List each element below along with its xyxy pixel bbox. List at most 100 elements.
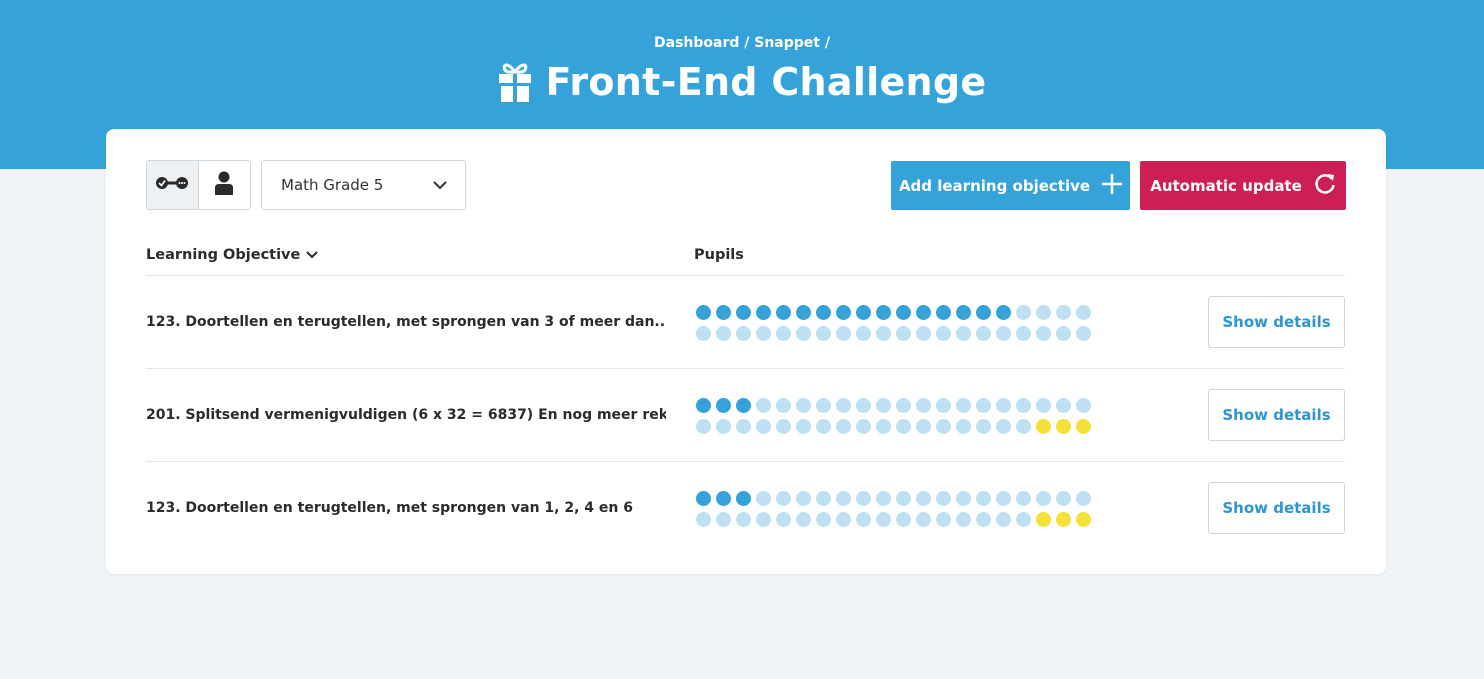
pupil-dot-not-mastered [876, 491, 891, 506]
pupil-dot-not-mastered [956, 512, 971, 527]
pupil-view-button[interactable] [199, 161, 251, 209]
pupil-dot-not-mastered [796, 491, 811, 506]
pupil-dot-not-mastered [856, 512, 871, 527]
pupil-dot-not-mastered [1036, 398, 1051, 413]
objectives-view-button[interactable] [147, 161, 199, 209]
pupil-dot-not-mastered [856, 491, 871, 506]
pupil-dot-mastered [836, 305, 851, 320]
show-details-button[interactable]: Show details [1208, 482, 1345, 534]
pupil-dots [694, 395, 1094, 437]
pupil-dot-mastered [936, 305, 951, 320]
pupil-dots [694, 302, 1094, 344]
automatic-update-button[interactable]: Automatic update [1140, 161, 1346, 210]
pupil-dot-mastered [956, 305, 971, 320]
pupil-dot-not-mastered [1036, 326, 1051, 341]
pupil-dot-not-mastered [796, 398, 811, 413]
pupil-dot-not-mastered [776, 419, 791, 434]
pupil-dot-not-mastered [856, 419, 871, 434]
pupil-dot-not-mastered [976, 398, 991, 413]
gift-icon [498, 60, 532, 104]
pupil-dot-not-mastered [716, 419, 731, 434]
pupil-dot-not-mastered [976, 512, 991, 527]
pupil-dot-not-mastered [1036, 491, 1051, 506]
pupil-dot-not-mastered [1016, 305, 1031, 320]
pupil-dot-mastered [816, 305, 831, 320]
pupil-dot-not-mastered [896, 419, 911, 434]
pupil-dot-not-mastered [976, 326, 991, 341]
column-header-pupils: Pupils [694, 247, 744, 263]
pupil-dot-mastered [756, 305, 771, 320]
pupil-dot-not-mastered [736, 326, 751, 341]
pupil-dot-not-mastered [796, 512, 811, 527]
pupil-dot-attention [1036, 419, 1051, 434]
pupil-dot-not-mastered [816, 326, 831, 341]
pupil-dot-not-mastered [816, 491, 831, 506]
pupil-dot-not-mastered [916, 419, 931, 434]
page-title-wrap: Front-End Challenge [0, 60, 1484, 104]
pupil-dot-not-mastered [1016, 491, 1031, 506]
show-details-button[interactable]: Show details [1208, 296, 1345, 348]
pupil-dot-not-mastered [776, 326, 791, 341]
pupil-dot-not-mastered [756, 326, 771, 341]
pupil-dot-mastered [736, 398, 751, 413]
pupil-dot-not-mastered [996, 398, 1011, 413]
pupil-dot-not-mastered [736, 419, 751, 434]
pupil-dot-not-mastered [1016, 326, 1031, 341]
pupil-dot-not-mastered [956, 419, 971, 434]
pupil-dot-mastered [716, 491, 731, 506]
pupil-dot-not-mastered [776, 491, 791, 506]
pupil-dot-not-mastered [1036, 305, 1051, 320]
pupil-dot-mastered [716, 398, 731, 413]
pupil-dot-not-mastered [836, 512, 851, 527]
pupil-dot-not-mastered [836, 398, 851, 413]
pupil-dot-not-mastered [916, 398, 931, 413]
pupil-dot-not-mastered [836, 491, 851, 506]
pupil-dot-not-mastered [936, 398, 951, 413]
pupil-dot-not-mastered [916, 491, 931, 506]
objective-text: 123. Doortellen en terugtellen, met spro… [146, 314, 666, 330]
table-row: 123. Doortellen en terugtellen, met spro… [146, 276, 1345, 369]
pupil-dot-not-mastered [1056, 305, 1071, 320]
table-row: 201. Splitsend vermenigvuldigen (6 x 32 … [146, 369, 1345, 462]
plus-icon [1102, 173, 1123, 198]
pupil-dot-not-mastered [716, 512, 731, 527]
pupil-dot-not-mastered [1016, 419, 1031, 434]
pupil-dot-not-mastered [816, 398, 831, 413]
pupil-dot-not-mastered [936, 491, 951, 506]
objective-text: 201. Splitsend vermenigvuldigen (6 x 32 … [146, 407, 666, 423]
objectives-view-icon [154, 175, 190, 195]
pupil-dot-attention [1056, 512, 1071, 527]
pupil-dot-mastered [976, 305, 991, 320]
pupil-dot-not-mastered [1016, 398, 1031, 413]
pupil-dot-mastered [916, 305, 931, 320]
pupil-dot-not-mastered [876, 398, 891, 413]
pupil-dot-not-mastered [1076, 326, 1091, 341]
pupil-dot-not-mastered [756, 512, 771, 527]
show-details-button[interactable]: Show details [1208, 389, 1345, 441]
pupil-dot-mastered [776, 305, 791, 320]
pupil-dot-not-mastered [936, 512, 951, 527]
pupil-dot-not-mastered [896, 326, 911, 341]
pupil-dot-not-mastered [956, 398, 971, 413]
pupil-dot-mastered [696, 491, 711, 506]
pupil-dot-not-mastered [1056, 326, 1071, 341]
pupil-dot-not-mastered [936, 326, 951, 341]
pupil-dot-mastered [716, 305, 731, 320]
pupil-dot-not-mastered [796, 419, 811, 434]
pupil-dot-attention [1056, 419, 1071, 434]
pupil-dots [694, 488, 1094, 530]
pupil-dot-not-mastered [1056, 398, 1071, 413]
pupil-dot-not-mastered [896, 512, 911, 527]
grade-select[interactable]: Math Grade 5 [261, 160, 466, 210]
pupil-dot-not-mastered [996, 512, 1011, 527]
add-learning-objective-button[interactable]: Add learning objective [891, 161, 1130, 210]
pupil-dot-not-mastered [836, 419, 851, 434]
pupil-dot-mastered [736, 305, 751, 320]
pupil-dot-not-mastered [956, 326, 971, 341]
pupil-dot-not-mastered [796, 326, 811, 341]
pupil-dot-not-mastered [836, 326, 851, 341]
chevron-down-icon [433, 176, 447, 194]
pupil-dot-mastered [856, 305, 871, 320]
pupil-dot-not-mastered [996, 419, 1011, 434]
sort-learning-objective[interactable]: Learning Objective [146, 247, 319, 263]
